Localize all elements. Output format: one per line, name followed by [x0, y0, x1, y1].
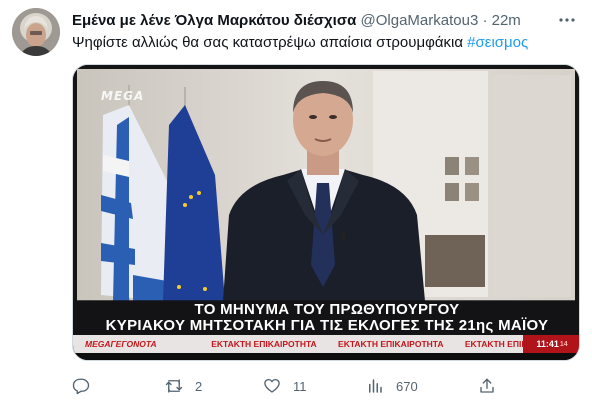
tweet-body: Ψηφίστε αλλιώς θα σας καταστρέψω απαίσια…: [72, 34, 468, 51]
share-icon: [480, 378, 494, 393]
tweet-media[interactable]: MEGA ΤΟ ΜΗΝΥΜΑ ΤΟΥ ΠΡΩΘΥΠΟΥΡΓΟΥ ΚΥΡΙΑΚΟΥ…: [72, 64, 580, 361]
views-count: 670: [396, 378, 418, 394]
ticker-item: ΕΚΤΑΚΤΗ ΕΠΙΚΑΙΡΟΤΗΤΑ: [338, 339, 444, 349]
video-bottom-strip: [73, 353, 579, 360]
heart-icon: [264, 378, 280, 393]
tweet-header: Εμένα με λένε Όλγα Μαρκάτου διέσχισα @Ol…: [72, 11, 552, 31]
channel-logo: MEGA: [101, 89, 145, 103]
news-caption: ΤΟ ΜΗΝΥΜΑ ΤΟΥ ΠΡΩΘΥΠΟΥΡΓΟΥ ΚΥΡΙΑΚΟΥ ΜΗΤΣ…: [73, 300, 579, 334]
ticker-brand-rest: ΓΕΓΟΝΟΤΑ: [110, 339, 157, 349]
share-button[interactable]: [478, 374, 508, 398]
more-dots-icon[interactable]: [556, 11, 578, 31]
clock-time: 11:41: [536, 339, 559, 349]
like-button[interactable]: 11: [263, 374, 307, 398]
ticker-clock: 11:41 14: [523, 335, 579, 353]
caption-line-1: ΤΟ ΜΗΝΥΜΑ ΤΟΥ ΠΡΩΘΥΠΟΥΡΓΟΥ: [194, 301, 460, 318]
user-handle[interactable]: @OlgaMarkatou3: [361, 12, 479, 29]
hashtag-link[interactable]: #σεισμος: [467, 34, 528, 51]
retweet-count: 2: [195, 378, 203, 394]
reply-button[interactable]: [72, 374, 102, 398]
retweet-button[interactable]: 2: [165, 374, 202, 398]
timestamp[interactable]: 22m: [492, 12, 521, 29]
tweet[interactable]: Εμένα με λένε Όλγα Μαρκάτου διέσχισα @Ol…: [0, 0, 592, 403]
tweet-text: Ψηφίστε αλλιώς θα σας καταστρέψω απαίσια…: [72, 33, 572, 53]
analytics-icon: [369, 379, 382, 393]
news-ticker: MEGAΓΕΓΟΝΟΤΑ ΕΚΤΑΚΤΗ ΕΠΙΚΑΙΡΟΤΗΤΑ ΕΚΤΑΚΤ…: [73, 335, 579, 353]
avatar[interactable]: [12, 8, 60, 56]
ticker-brand: MEGAΓΕΓΟΝΟΤΑ: [73, 339, 201, 349]
ticker-brand-mega: MEGA: [85, 339, 111, 349]
action-bar: 2 11 670: [72, 374, 572, 398]
avatar-image: [12, 8, 60, 56]
retweet-icon: [165, 379, 183, 393]
clock-seconds: 14: [559, 340, 568, 348]
caption-line-2: ΚΥΡΙΑΚΟΥ ΜΗΤΣΟΤΑΚΗ ΓΙΑ ΤΙΣ ΕΚΛΟΓΕΣ ΤΗΣ 2…: [105, 317, 549, 334]
reply-icon: [72, 378, 90, 395]
separator-dot: ·: [482, 12, 488, 29]
like-count: 11: [293, 378, 307, 394]
views-button[interactable]: 670: [366, 374, 418, 398]
display-name[interactable]: Εμένα με λένε Όλγα Μαρκάτου διέσχισα: [72, 12, 356, 29]
ticker-item: ΕΚΤΑΚΤΗ ΕΠΙΚΑΙΡΟΤΗΤΑ: [211, 339, 317, 349]
